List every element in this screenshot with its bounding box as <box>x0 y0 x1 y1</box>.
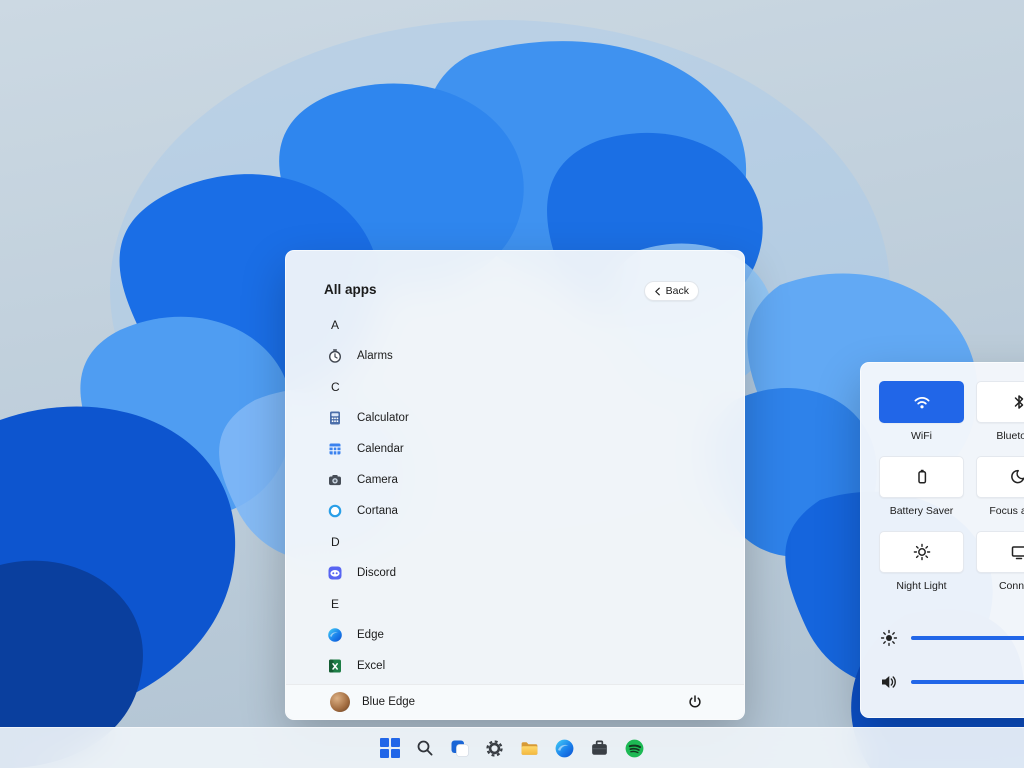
bluetooth-button[interactable] <box>976 381 1024 423</box>
chevron-left-icon <box>654 287 661 296</box>
app-row-camera[interactable]: Camera <box>324 464 726 495</box>
qs-label-focus-assist: Focus assist <box>973 505 1024 517</box>
calendar-icon <box>327 441 343 457</box>
taskbar-task-view-button[interactable] <box>446 734 474 762</box>
app-row-excel[interactable]: Excel <box>324 650 726 681</box>
moon-icon <box>1009 467 1024 487</box>
qs-cell-night-light: Night Light <box>879 531 964 592</box>
excel-icon <box>327 658 343 674</box>
app-row-alarms[interactable]: Alarms <box>324 340 726 371</box>
speaker-icon <box>879 672 899 692</box>
quick-settings-panel: WiFi Bluetooth Battery Saver <box>860 362 1024 718</box>
back-button[interactable]: Back <box>644 281 699 301</box>
app-row-edge[interactable]: Edge <box>324 619 726 650</box>
start-menu-all-apps: All apps Back A Alarms C <box>285 250 745 720</box>
app-label: Camera <box>357 474 398 486</box>
taskbar-search-button[interactable] <box>411 734 439 762</box>
qs-cell-bluetooth: Bluetooth <box>976 381 1024 442</box>
taskbar-settings-button[interactable] <box>481 734 509 762</box>
qs-cell-battery-saver: Battery Saver <box>879 456 964 517</box>
edge-icon <box>327 627 343 643</box>
taskbar-edge-button[interactable] <box>551 734 579 762</box>
qs-label-connect: Connect <box>973 580 1024 592</box>
night-light-icon <box>912 542 932 562</box>
folder-icon <box>519 738 540 759</box>
desktop[interactable]: All apps Back A Alarms C <box>0 0 1024 768</box>
focus-assist-button[interactable] <box>976 456 1024 498</box>
app-label: Calendar <box>357 443 404 455</box>
spotify-icon <box>624 738 645 759</box>
camera-icon <box>327 472 343 488</box>
app-row-cortana[interactable]: Cortana <box>324 495 726 526</box>
app-row-calendar[interactable]: Calendar <box>324 433 726 464</box>
volume-slider-row <box>879 668 1024 696</box>
user-button[interactable]: Blue Edge <box>330 692 415 712</box>
qs-cell-wifi: WiFi <box>879 381 964 442</box>
bluetooth-icon <box>1009 392 1024 412</box>
brightness-slider[interactable] <box>911 636 1024 640</box>
app-row-discord[interactable]: Discord <box>324 557 726 588</box>
qs-cell-focus-assist: Focus assist <box>976 456 1024 517</box>
edge-icon <box>554 738 575 759</box>
all-apps-title: All apps <box>324 282 377 297</box>
qs-cell-connect: Connect <box>976 531 1024 592</box>
battery-saver-button[interactable] <box>879 456 964 498</box>
qs-label-bluetooth: Bluetooth <box>973 430 1024 442</box>
back-button-label: Back <box>666 285 689 297</box>
letter-header-a[interactable]: A <box>324 309 726 340</box>
quick-settings-sliders <box>879 624 1024 696</box>
letter-header-c[interactable]: C <box>324 371 726 402</box>
calculator-icon <box>327 410 343 426</box>
all-apps-list[interactable]: A Alarms C <box>324 309 726 684</box>
brightness-icon <box>879 628 899 648</box>
taskbar-store-button[interactable] <box>586 734 614 762</box>
taskbar-start-button[interactable] <box>376 734 404 762</box>
briefcase-icon <box>589 738 610 759</box>
night-light-button[interactable] <box>879 531 964 573</box>
taskbar-file-explorer-button[interactable] <box>516 734 544 762</box>
power-icon <box>687 694 703 710</box>
power-button[interactable] <box>682 689 708 715</box>
discord-icon <box>327 565 343 581</box>
volume-slider[interactable] <box>911 680 1024 684</box>
connect-icon <box>1009 542 1024 562</box>
letter-header-d[interactable]: D <box>324 526 726 557</box>
task-view-icon <box>449 738 470 759</box>
qs-label-wifi: WiFi <box>876 430 968 442</box>
windows-logo-icon <box>380 738 400 758</box>
qs-label-night-light: Night Light <box>876 580 968 592</box>
battery-icon <box>912 467 932 487</box>
qs-label-battery-saver: Battery Saver <box>876 505 968 517</box>
gear-icon <box>484 738 505 759</box>
wifi-button[interactable] <box>879 381 964 423</box>
cortana-icon <box>327 503 343 519</box>
taskbar-spotify-button[interactable] <box>621 734 649 762</box>
app-row-calculator[interactable]: Calculator <box>324 402 726 433</box>
app-label: Cortana <box>357 505 398 517</box>
app-label: Calculator <box>357 412 409 424</box>
app-label: Edge <box>357 629 384 641</box>
letter-header-e[interactable]: E <box>324 588 726 619</box>
start-menu-footer: Blue Edge <box>286 684 744 719</box>
user-avatar <box>330 692 350 712</box>
app-label: Discord <box>357 567 396 579</box>
user-name: Blue Edge <box>362 696 415 708</box>
quick-settings-grid: WiFi Bluetooth Battery Saver <box>879 381 1024 592</box>
alarms-icon <box>327 348 343 364</box>
wifi-icon <box>912 392 932 412</box>
brightness-slider-row <box>879 624 1024 652</box>
connect-button[interactable] <box>976 531 1024 573</box>
app-label: Alarms <box>357 350 393 362</box>
taskbar <box>0 727 1024 768</box>
search-icon <box>415 738 435 758</box>
app-label: Excel <box>357 660 385 672</box>
